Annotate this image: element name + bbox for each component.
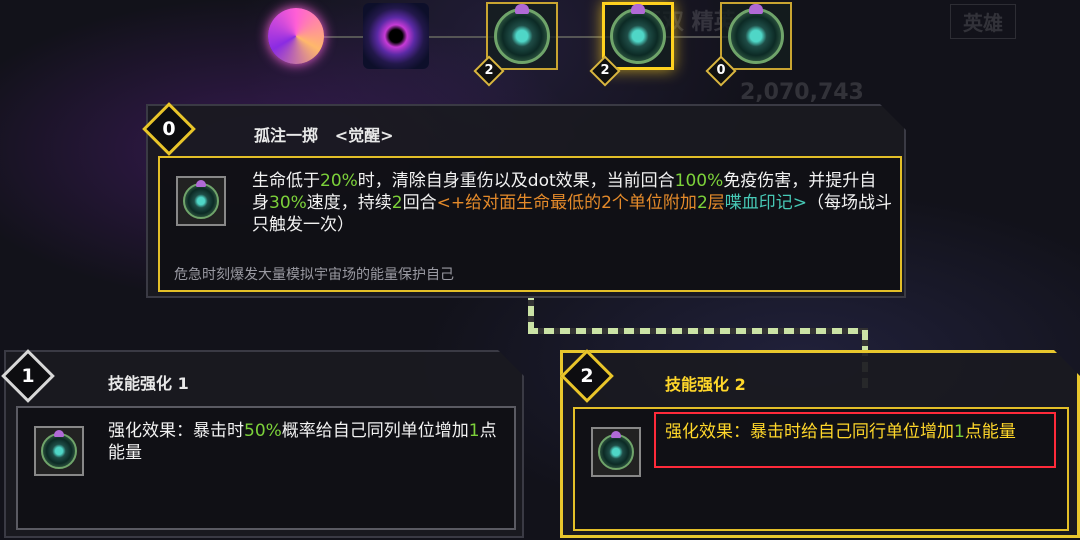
skill-node-4[interactable]	[602, 2, 674, 70]
skill-node-5[interactable]	[720, 2, 792, 70]
upgrade-1-title: 技能强化 1	[108, 374, 189, 393]
background-power-value: 2,070,743	[740, 80, 864, 105]
skill-node-2[interactable]	[360, 2, 432, 70]
lightning-shield-orb-icon	[610, 8, 666, 64]
upgrade-1-description: 强化效果：暴击时50%概率给自己同列单位增加1点能量	[108, 421, 497, 463]
star-shield-orb-icon	[494, 8, 550, 64]
background-button: 英雄	[950, 4, 1016, 39]
upgrade-1-icon	[34, 426, 84, 476]
main-skill-panel: 孤注一掷 <觉醒> 生命低于20%时，清除自身重伤以及dot效果，当前回合100…	[146, 104, 906, 298]
skill-node-1[interactable]	[260, 2, 332, 70]
swirl-orb-icon	[268, 8, 324, 64]
lightning-shield-orb-icon	[183, 183, 219, 219]
dashed-connector-vertical-1	[528, 298, 534, 332]
main-skill-icon	[176, 176, 226, 226]
main-skill-description-box: 生命低于20%时，清除自身重伤以及dot效果，当前回合100%免疫伤害，并提升自…	[158, 156, 902, 292]
main-skill-tag: <觉醒>	[334, 126, 394, 145]
upgrade-1-description-box: 强化效果：暴击时50%概率给自己同列单位增加1点能量	[16, 406, 516, 530]
upgrade-1-panel: 技能强化 1 强化效果：暴击时50%概率给自己同列单位增加1点能量	[4, 350, 524, 538]
main-skill-description: 生命低于20%时，清除自身重伤以及dot效果，当前回合100%免疫伤害，并提升自…	[252, 171, 893, 235]
upgrade-2-icon	[591, 427, 641, 477]
main-skill-flavor-text: 危急时刻爆发大量模拟宇宙场的能量保护自己	[174, 267, 454, 283]
skill-node-3[interactable]	[486, 2, 558, 70]
dashed-connector-horizontal	[528, 328, 868, 334]
main-skill-name: 孤注一掷 <觉醒>	[254, 126, 394, 145]
lightning-shield-orb-icon	[598, 434, 634, 470]
arrow-shield-orb-icon	[728, 8, 784, 64]
upgrade-2-highlight-box	[654, 412, 1056, 468]
galaxy-vortex-icon	[363, 3, 429, 69]
upgrade-2-title: 技能强化 2	[665, 375, 746, 394]
lightning-shield-orb-icon	[41, 433, 77, 469]
